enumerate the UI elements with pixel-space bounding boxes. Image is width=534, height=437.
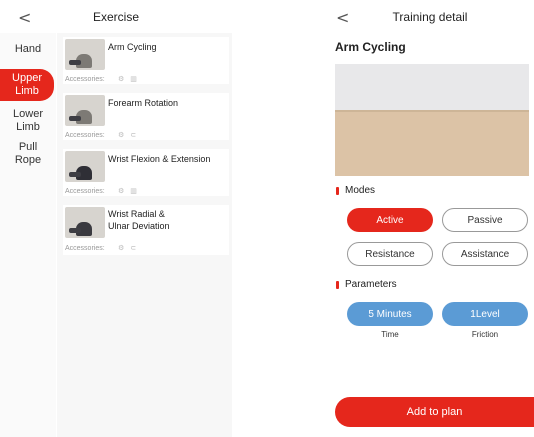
- list-item[interactable]: Arm Cycling Accessories: ⚙ ▥: [63, 37, 229, 84]
- accessories-label: Accessories:: [65, 132, 105, 139]
- back-chevron-icon[interactable]: <: [18, 8, 31, 27]
- training-topbar: < Training detail: [326, 0, 534, 33]
- exercise-title: Arm Cycling: [335, 40, 406, 54]
- mode-passive-button[interactable]: Passive: [442, 208, 528, 232]
- mode-resistance-button[interactable]: Resistance: [347, 242, 433, 266]
- exercise-name: Forearm Rotation: [108, 98, 179, 108]
- training-detail-screen: < Training detail Arm Cycling Modes Acti…: [326, 0, 534, 437]
- exercise-thumbnail: [65, 207, 105, 238]
- back-chevron-icon[interactable]: <: [336, 8, 349, 27]
- list-item[interactable]: Wrist Flexion & Extension Accessories: ⚙…: [63, 149, 229, 196]
- exercise-name: Wrist Radial & Ulnar Deviation: [108, 209, 170, 231]
- friction-value-button[interactable]: 1Level: [442, 302, 528, 326]
- category-upper-limb-label: Upper Limb: [12, 72, 42, 97]
- section-marker: [336, 186, 339, 195]
- category-upper-limb[interactable]: Upper Limb: [0, 69, 54, 101]
- category-pull-rope-label: Pull Rope: [14, 141, 42, 166]
- modes-section-header: Modes: [336, 185, 375, 196]
- exercise-name: Wrist Flexion & Extension: [108, 154, 211, 164]
- modes-label: Modes: [345, 185, 376, 196]
- time-label: Time: [381, 330, 399, 339]
- exercise-thumbnail: [65, 39, 105, 70]
- mode-active-button[interactable]: Active: [347, 208, 433, 232]
- mode-assistance-button[interactable]: Assistance: [442, 242, 528, 266]
- device-figure: [69, 228, 81, 233]
- list-item[interactable]: Forearm Rotation Accessories: ⚙ ⊂: [63, 93, 229, 140]
- accessory-icons: ⚙ ⊂: [118, 132, 139, 139]
- category-lower-limb[interactable]: Lower Limb: [0, 106, 56, 136]
- device-figure: [69, 116, 81, 121]
- device-figure: [69, 60, 81, 65]
- section-marker: [336, 280, 339, 289]
- category-hand[interactable]: Hand: [0, 34, 56, 64]
- exercise-name: Arm Cycling: [108, 42, 157, 52]
- table-surface: [335, 112, 529, 176]
- parameters-label: Parameters: [345, 279, 397, 290]
- exercise-list: Arm Cycling Accessories: ⚙ ▥ Forearm Rot…: [57, 33, 232, 437]
- exercise-thumbnail: [65, 95, 105, 126]
- add-to-plan-button[interactable]: Add to plan: [335, 397, 534, 427]
- accessories-label: Accessories:: [65, 76, 105, 83]
- accessory-icons: ⚙ ▥: [118, 188, 139, 195]
- parameters-section-header: Parameters: [336, 279, 397, 290]
- category-lower-limb-label: Lower Limb: [13, 108, 43, 133]
- accessories-label: Accessories:: [65, 188, 105, 195]
- exercise-thumbnail: [65, 151, 105, 182]
- device-figure: [69, 172, 81, 177]
- accessory-icons: ⚙ ⊂: [118, 245, 139, 252]
- category-pull-rope[interactable]: Pull Rope: [0, 138, 56, 170]
- exercise-video[interactable]: [335, 64, 529, 176]
- page-title: Exercise: [92, 9, 139, 24]
- list-item[interactable]: Wrist Radial & Ulnar Deviation Accessori…: [63, 205, 229, 255]
- category-sidebar: Hand Upper Limb Lower Limb Pull Rope: [0, 33, 56, 437]
- page-title: Training detail: [392, 9, 468, 24]
- time-value-button[interactable]: 5 Minutes: [347, 302, 433, 326]
- friction-label: Friction: [471, 330, 499, 339]
- accessories-label: Accessories:: [65, 245, 105, 252]
- exercise-screen: < Exercise Hand Upper Limb Lower Limb Pu…: [0, 0, 232, 437]
- exercise-topbar: < Exercise: [0, 0, 232, 33]
- accessory-icons: ⚙ ▥: [118, 76, 139, 83]
